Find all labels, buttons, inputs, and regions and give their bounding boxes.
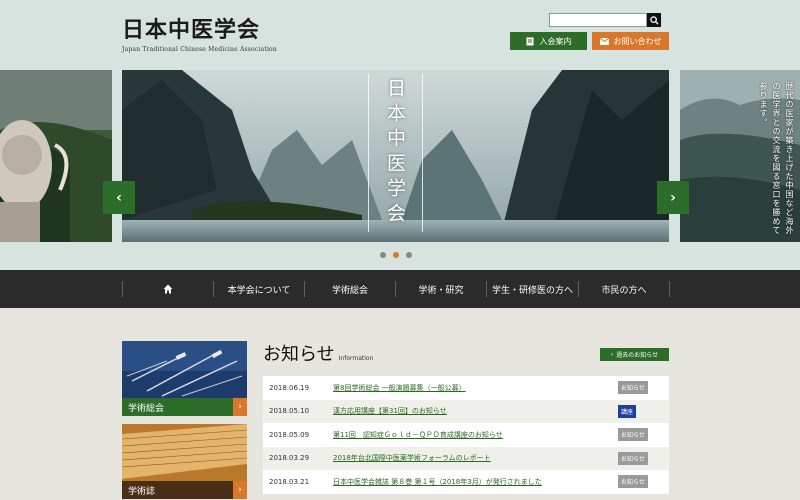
news-link[interactable]: 第8回学術総会 一般演題募集（一般公募） [333,383,618,393]
chevron-right-icon: › [233,481,247,499]
past-news-button[interactable]: › 過去のお知らせ [600,348,669,361]
slide-prev-image[interactable] [0,70,112,242]
site-logo[interactable]: 日本中医学会 Japan Traditional Chinese Medicin… [122,12,277,53]
news-title: お知らせ [263,344,335,365]
news-badge: お知らせ [618,451,648,465]
news-item[interactable]: 2018.05.10 漢方応用講座【第31回】のお知らせ 講座 [263,399,669,423]
nav-item-citizens[interactable]: 市民の方へ [579,270,669,308]
news-item[interactable]: 2018.03.21 日本中医学会雑誌 第８巻 第１号（2018年3月）が発行さ… [263,470,669,494]
slide-title: 日本中医学会 [384,78,406,228]
news-heading: お知らせ Information [263,340,373,366]
slide-right-caption: 歴代の医家が築き上げた中国など海外の医学界との交流を図る窓口を勝めて参ります。 [759,82,794,235]
card-congress[interactable]: 学術総会 › [122,341,247,416]
card-journal-label: 学術誌 [122,481,247,499]
slide-title-box: 日本中医学会 [368,74,423,232]
document-icon [526,37,533,45]
slider-dot-3[interactable] [406,252,412,258]
news-link[interactable]: 漢方応用講座【第31回】のお知らせ [333,406,618,416]
slider-dot-1[interactable] [380,252,386,258]
contact-button[interactable]: お問い合わせ [592,32,669,50]
news-date: 2018.03.29 [269,454,310,463]
card-journal[interactable]: 学術誌 › [122,424,247,499]
logo-title: 日本中医学会 [122,17,261,43]
news-badge: お知らせ [618,428,648,442]
mail-icon [599,37,609,45]
slider-next-button[interactable]: › [657,181,689,214]
search-icon [649,15,659,25]
slide-main-image[interactable]: 日本中医学会 [122,70,669,242]
contact-label: お問い合わせ [613,36,662,46]
slide-next-image[interactable]: 歴代の医家が築き上げた中国など海外の医学界との交流を図る窓口を勝めて参ります。 [680,70,800,242]
news-badge: お知らせ [618,381,648,395]
news-link[interactable]: 第11回 認知症Ｇｏｌｄ－ＱＰＤ育成講座のお知らせ [333,430,618,440]
search-button[interactable] [647,13,661,27]
slider-dot-2[interactable] [393,252,399,258]
hero-slider: 日本中医学会 歴代の医家が築き上げた中国など海外の医学界との交流を図る窓口を勝め… [0,70,800,270]
chevron-left-icon: ‹ [116,189,122,206]
nav-item-about[interactable]: 本学会について [214,270,304,308]
main-nav: 本学会について 学術総会 学術・研究 学生・研修医の方へ 市民の方へ [0,270,800,308]
membership-button[interactable]: 入会案内 [510,32,587,50]
card-congress-label: 学術総会 [122,398,247,416]
nav-item-research[interactable]: 学術・研究 [396,270,486,308]
news-date: 2018.03.21 [269,477,310,486]
past-news-label: 過去のお知らせ [616,352,659,359]
news-list: 2018.06.19 第8回学術総会 一般演題募集（一般公募） お知らせ 201… [263,376,669,494]
news-date: 2018.06.19 [269,383,310,392]
site-header: 日本中医学会 Japan Traditional Chinese Medicin… [0,0,800,70]
nav-divider [669,281,670,297]
news-item[interactable]: 2018.05.09 第11回 認知症Ｇｏｌｄ－ＱＰＤ育成講座のお知らせ お知ら… [263,423,669,447]
news-date: 2018.05.10 [269,407,310,416]
news-link[interactable]: 2018年台北国際中医薬学術フォーラムのレポート [333,453,618,463]
chevron-right-icon: › [610,351,614,358]
news-subtitle: Information [338,355,374,362]
news-date: 2018.05.09 [269,430,310,439]
chevron-right-icon: › [670,189,676,206]
slider-prev-button[interactable]: ‹ [103,181,135,214]
search-input[interactable] [549,13,647,27]
chevron-right-icon: › [233,398,247,416]
membership-label: 入会案内 [539,36,572,46]
nav-item-home[interactable] [123,270,213,308]
nav-item-congress[interactable]: 学術総会 [305,270,395,308]
news-badge: お知らせ [618,475,648,489]
news-item[interactable]: 2018.03.29 2018年台北国際中医薬学術フォーラムのレポート お知らせ [263,446,669,470]
home-icon [163,284,173,294]
slider-pagination [380,252,412,258]
logo-subtitle: Japan Traditional Chinese Medicine Assoc… [122,46,277,53]
news-link[interactable]: 日本中医学会雑誌 第８巻 第１号（2018年3月）が発行されました [333,477,618,487]
nav-item-students[interactable]: 学生・研修医の方へ [487,270,578,308]
news-item[interactable]: 2018.06.19 第8回学術総会 一般演題募集（一般公募） お知らせ [263,376,669,400]
news-badge: 講座 [618,404,637,418]
